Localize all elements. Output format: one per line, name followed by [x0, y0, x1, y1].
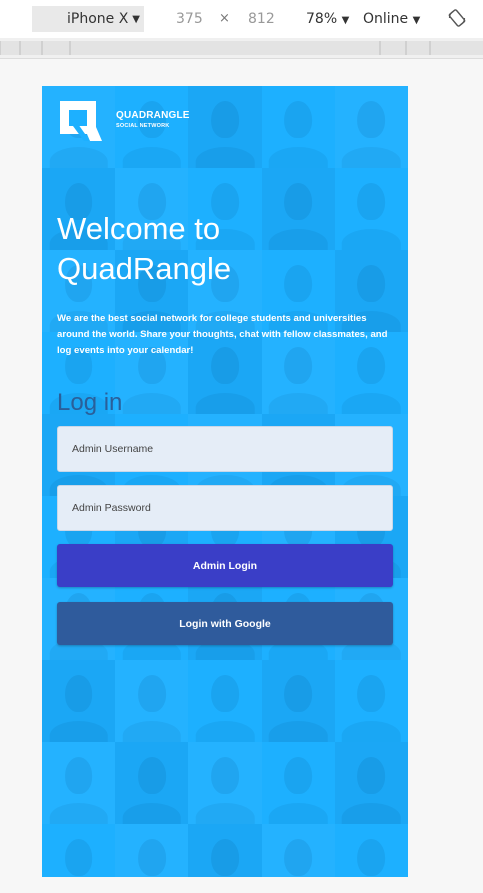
device-viewport: QUADRANGLE SOCIAL NETWORK Welcome to Qua… — [42, 86, 408, 877]
ruler-segment[interactable] — [430, 41, 483, 55]
chevron-down-icon: ▼ — [132, 13, 140, 25]
quadrangle-logo-icon — [60, 101, 102, 141]
viewport-width-input[interactable]: 375 — [176, 11, 203, 27]
dimension-separator: × — [219, 11, 230, 26]
ruler-segment[interactable] — [70, 41, 380, 55]
devtools-device-toolbar: iPhone X ▼ 375 × 812 78% ▼ Online ▼ — [0, 0, 483, 39]
welcome-title: Welcome to QuadRangle — [57, 209, 357, 289]
brand-name: QUADRANGLE — [116, 110, 190, 121]
device-select[interactable]: iPhone X ▼ — [32, 6, 144, 32]
intro-text: We are the best social network for colle… — [57, 313, 388, 356]
login-heading: Log in — [57, 389, 123, 416]
ruler-segment[interactable] — [42, 41, 70, 55]
chevron-down-icon: ▼ — [412, 15, 421, 26]
welcome-title-line2: QuadRangle — [57, 251, 232, 286]
welcome-title-line1: Welcome to — [57, 211, 221, 246]
ruler-segment[interactable] — [20, 41, 42, 55]
network-value: Online — [363, 11, 409, 27]
login-page: QUADRANGLE SOCIAL NETWORK Welcome to Qua… — [42, 86, 408, 877]
admin-username-input[interactable] — [57, 426, 393, 472]
brand-tagline: SOCIAL NETWORK — [116, 123, 170, 129]
admin-password-input[interactable] — [57, 485, 393, 531]
zoom-value: 78% — [306, 11, 338, 27]
google-login-button[interactable]: Login with Google — [57, 602, 393, 645]
admin-login-button[interactable]: Admin Login — [57, 544, 393, 587]
ruler-segment[interactable] — [380, 41, 406, 55]
device-name: iPhone X — [66, 11, 129, 27]
zoom-select[interactable]: 78% ▼ — [306, 11, 349, 27]
rotate-icon[interactable] — [448, 9, 466, 27]
viewport-height-input[interactable]: 812 — [248, 11, 275, 27]
chevron-down-icon: ▼ — [341, 15, 350, 26]
ruler-segment[interactable] — [0, 41, 20, 55]
media-query-ruler[interactable] — [0, 38, 483, 59]
ruler-segment[interactable] — [406, 41, 430, 55]
network-throttle-select[interactable]: Online ▼ — [363, 11, 420, 27]
